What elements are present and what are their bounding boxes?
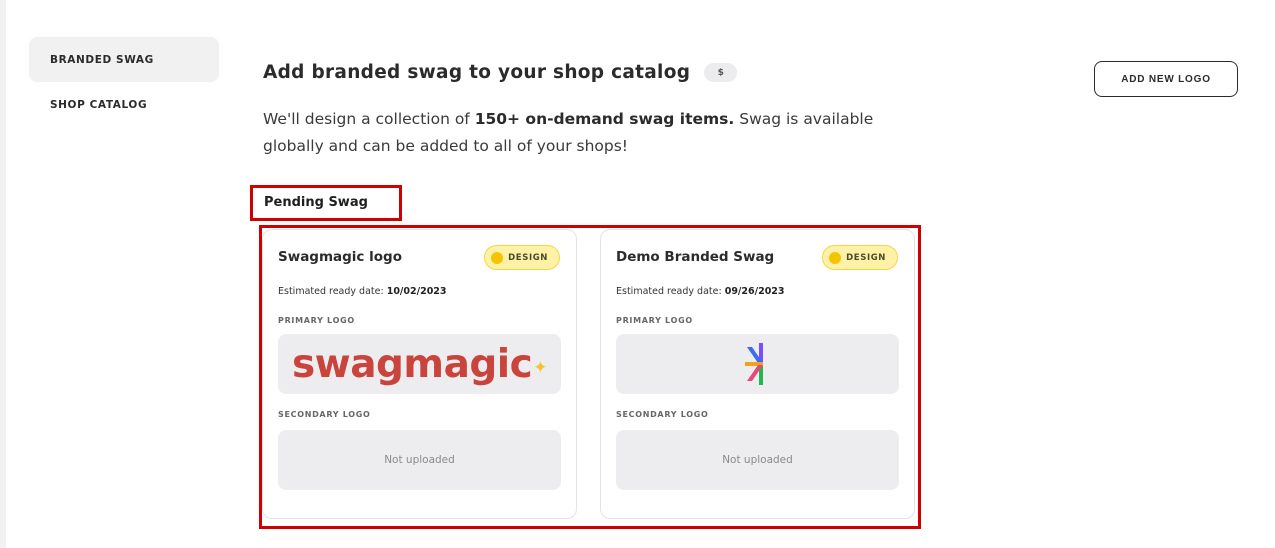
primary-logo-preview: swagmagic✦ bbox=[278, 334, 561, 394]
demo-brand-logo-icon bbox=[744, 343, 763, 385]
sidebar-item-label: SHOP CATALOG bbox=[50, 99, 148, 111]
status-badge: DESIGN bbox=[822, 245, 898, 270]
secondary-logo-label: SECONDARY LOGO bbox=[616, 410, 709, 419]
price-badge: $ bbox=[704, 63, 738, 82]
card-title: Swagmagic logo bbox=[278, 249, 402, 265]
pending-swag-heading: Pending Swag bbox=[264, 195, 368, 210]
secondary-logo-preview: Not uploaded bbox=[278, 430, 561, 490]
status-badge: DESIGN bbox=[484, 245, 560, 270]
description-highlight: 150+ on-demand swag items. bbox=[474, 110, 735, 128]
ready-date-label: Estimated ready date: bbox=[278, 286, 384, 297]
secondary-logo-label: SECONDARY LOGO bbox=[278, 410, 371, 419]
swag-card-swagmagic[interactable]: Swagmagic logo DESIGN Estimated ready da… bbox=[262, 229, 577, 519]
card-title: Demo Branded Swag bbox=[616, 249, 775, 265]
swagmagic-logo-text: swagmagic bbox=[291, 341, 533, 387]
swag-card-demo-branded[interactable]: Demo Branded Swag DESIGN Estimated ready… bbox=[600, 229, 915, 519]
secondary-logo-preview: Not uploaded bbox=[616, 430, 899, 490]
ready-date-value: 09/26/2023 bbox=[724, 286, 785, 297]
not-uploaded-text: Not uploaded bbox=[384, 454, 455, 466]
add-new-logo-button[interactable]: ADD NEW LOGO bbox=[1094, 61, 1238, 97]
swagmagic-logo: swagmagic✦ bbox=[291, 341, 548, 387]
ready-date-value: 10/02/2023 bbox=[386, 286, 447, 297]
status-dot-icon bbox=[491, 251, 504, 264]
not-uploaded-text: Not uploaded bbox=[722, 454, 793, 466]
status-dot-icon bbox=[829, 251, 842, 264]
primary-logo-label: PRIMARY LOGO bbox=[616, 316, 693, 325]
status-label: DESIGN bbox=[508, 252, 548, 263]
page-description: We'll design a collection of 150+ on-dem… bbox=[263, 106, 883, 160]
ready-date: Estimated ready date: 10/02/2023 bbox=[278, 286, 447, 297]
primary-logo-preview bbox=[616, 334, 899, 394]
sparkle-icon: ✦ bbox=[533, 357, 548, 378]
left-edge-divider bbox=[0, 0, 6, 548]
description-prefix: We'll design a collection of bbox=[263, 110, 475, 128]
page: BRANDED SWAG SHOP CATALOG Add branded sw… bbox=[0, 0, 1275, 548]
ready-date-label: Estimated ready date: bbox=[616, 286, 722, 297]
page-title: Add branded swag to your shop catalog bbox=[263, 62, 691, 83]
primary-logo-label: PRIMARY LOGO bbox=[278, 316, 355, 325]
ready-date: Estimated ready date: 09/26/2023 bbox=[616, 286, 785, 297]
status-label: DESIGN bbox=[846, 252, 886, 263]
sidebar-item-label: BRANDED SWAG bbox=[50, 53, 154, 66]
sidebar: BRANDED SWAG SHOP CATALOG bbox=[29, 37, 219, 128]
page-header: Add branded swag to your shop catalog $ bbox=[263, 62, 738, 83]
sidebar-item-shop-catalog[interactable]: SHOP CATALOG bbox=[29, 85, 219, 125]
sidebar-item-branded-swag[interactable]: BRANDED SWAG bbox=[29, 37, 219, 82]
